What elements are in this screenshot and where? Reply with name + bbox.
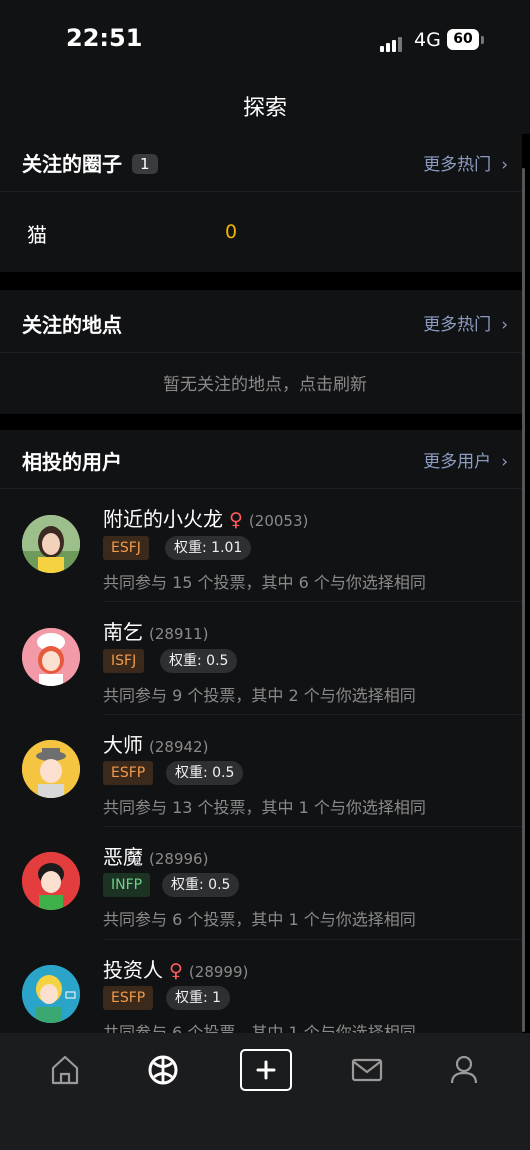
user-desc: 共同参与 15 个投票，其中 6 个与你选择相同 [103, 573, 426, 592]
user-id: (20053) [248, 512, 309, 530]
tab-add[interactable] [240, 1049, 292, 1091]
user-name-line: 大师 (28942) [103, 729, 208, 758]
circle-count: 0 [225, 221, 238, 243]
circles-count-badge: 1 [132, 154, 158, 174]
places-more-link[interactable]: 更多热门 › [423, 310, 508, 335]
mbti-badge: ISFJ [103, 649, 145, 673]
circle-name: 猫 [27, 223, 47, 247]
user-row[interactable]: 大师 (28942) ESFP 权重: 0.5 共同参与 13 个投票，其中 1 … [0, 715, 522, 827]
user-name: 附近的小火龙 [103, 507, 223, 531]
user-row[interactable]: 恶魔 (28996) INFP 权重: 0.5 共同参与 6 个投票，其中 1 个… [0, 827, 522, 939]
user-desc: 共同参与 6 个投票，其中 1 个与你选择相同 [103, 910, 416, 929]
users-list[interactable]: 附近的小火龙 ♀ (20053) ESFJ 权重: 1.01 共同参与 15 个投票… [0, 489, 522, 1033]
user-name-line: 附近的小火龙 ♀ (20053) [103, 503, 308, 532]
mbti-badge: ESFJ [103, 536, 149, 560]
mail-icon [351, 1058, 383, 1082]
user-desc: 共同参与 13 个投票，其中 1 个与你选择相同 [103, 798, 426, 817]
user-id: (28911) [149, 625, 209, 643]
user-row[interactable]: 南乞 (28911) ISFJ 权重: 0.5 共同参与 9 个投票，其中 2 个… [0, 602, 522, 714]
user-desc: 共同参与 9 个投票，其中 2 个与你选择相同 [103, 686, 416, 705]
avatar[interactable] [22, 965, 80, 1023]
page-title: 探索 [242, 96, 287, 121]
users-title: 相投的用户 [22, 450, 122, 474]
circles-more-link[interactable]: 更多热门 › [423, 150, 508, 175]
user-desc: 共同参与 6 个投票，其中 1 个与你选择相同 [103, 1023, 416, 1033]
places-more-label: 更多热门 [423, 315, 492, 335]
chevron-right-icon: › [501, 452, 508, 472]
weight-badge: 权重: 0.5 [166, 761, 244, 785]
weight-badge: 权重: 1.01 [165, 536, 252, 560]
tab-home[interactable] [45, 1050, 85, 1090]
tab-profile[interactable] [444, 1050, 484, 1090]
profile-icon [450, 1055, 478, 1084]
weight-badge: 权重: 0.5 [162, 873, 240, 897]
user-name: 恶魔 [103, 845, 143, 869]
user-name: 大师 [103, 733, 143, 757]
avatar[interactable] [22, 852, 80, 910]
female-icon: ♀ [169, 960, 183, 982]
places-empty-refresh[interactable]: 暂无关注的地点，点击刷新 [0, 370, 530, 395]
user-id: (28996) [149, 850, 209, 868]
tab-explore[interactable] [143, 1050, 183, 1090]
avatar[interactable] [22, 515, 80, 573]
signal-icon [380, 33, 404, 52]
female-icon: ♀ [229, 509, 243, 531]
scrollbar[interactable] [522, 168, 525, 1032]
circles-title-label: 关注的圈子 [22, 152, 122, 176]
places-title: 关注的地点 [22, 313, 122, 337]
user-row[interactable]: 附近的小火龙 ♀ (20053) ESFJ 权重: 1.01 共同参与 15 个投票… [0, 489, 522, 601]
avatar[interactable] [22, 740, 80, 798]
user-name: 南乞 [103, 620, 143, 644]
status-time: 22:51 [66, 24, 143, 52]
tab-messages[interactable] [347, 1050, 387, 1090]
network-type: 4G [414, 29, 441, 51]
circle-item[interactable]: 猫 0 [0, 192, 522, 272]
add-icon [256, 1060, 276, 1080]
mbti-badge: INFP [103, 873, 151, 897]
user-name: 投资人 [103, 958, 163, 982]
user-name-line: 投资人 ♀ (28999) [103, 954, 248, 983]
battery-tip [481, 36, 484, 44]
avatar[interactable] [22, 628, 80, 686]
divider [0, 352, 522, 353]
user-id: (28999) [188, 963, 249, 981]
weight-badge: 权重: 1 [166, 986, 231, 1010]
mbti-badge: ESFP [103, 986, 154, 1010]
users-more-label: 更多用户 [423, 452, 492, 472]
user-name-line: 恶魔 (28996) [103, 841, 208, 870]
battery-icon: 60 [447, 29, 479, 50]
user-id: (28942) [149, 738, 209, 756]
weight-badge: 权重: 0.5 [160, 649, 238, 673]
user-row[interactable]: 投资人 ♀ (28999) ESFP 权重: 1 共同参与 6 个投票，其中 1 个… [0, 940, 522, 1033]
home-icon [51, 1055, 79, 1085]
users-more-link[interactable]: 更多用户 › [423, 447, 508, 472]
chevron-right-icon: › [501, 315, 508, 335]
circles-more-label: 更多热门 [423, 155, 492, 175]
circles-title: 关注的圈子 1 [22, 148, 158, 177]
chevron-right-icon: › [501, 155, 508, 175]
explore-icon [148, 1055, 178, 1085]
mbti-badge: ESFP [103, 761, 154, 785]
user-name-line: 南乞 (28911) [103, 616, 208, 645]
